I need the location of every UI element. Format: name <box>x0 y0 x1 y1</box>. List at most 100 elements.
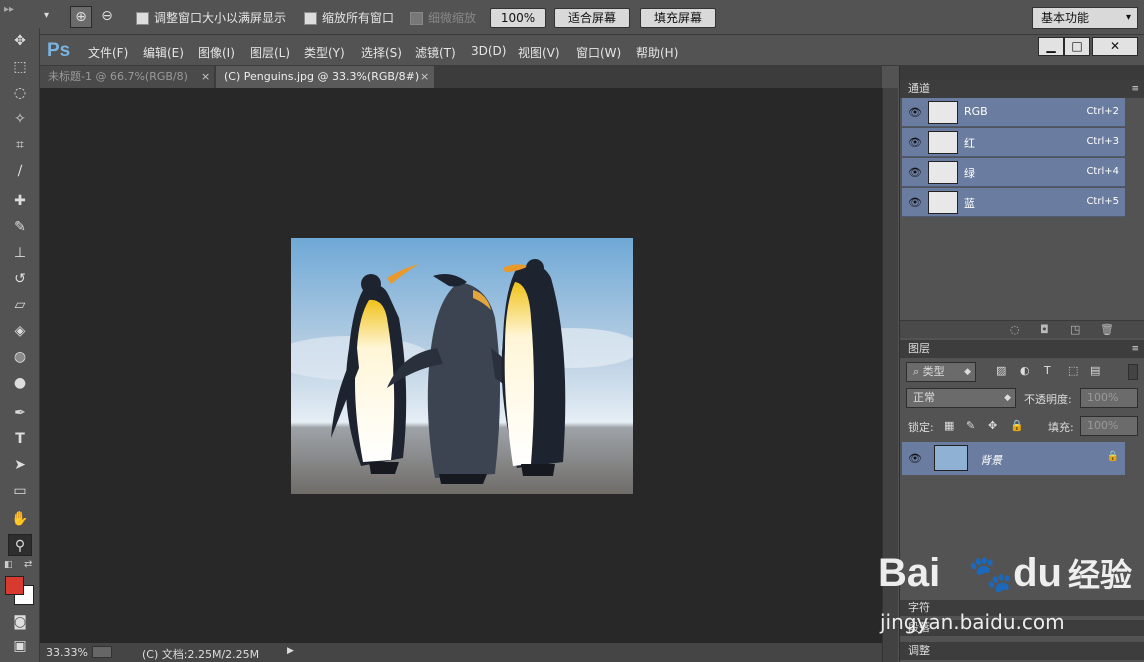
panel-dock-top <box>900 66 1144 80</box>
menu-layer[interactable]: 图层(L) <box>250 44 290 61</box>
menu-image[interactable]: 图像(I) <box>198 44 235 61</box>
menu-window[interactable]: 窗口(W) <box>576 44 621 61</box>
channel-row-rgb[interactable]: 👁 RGB Ctrl+2 <box>902 98 1125 127</box>
workspace-select[interactable]: 基本功能 ▾ <box>1032 7 1138 29</box>
zoom-all-option[interactable]: 缩放所有窗口 <box>304 9 394 26</box>
opacity-field[interactable]: 100% <box>1080 388 1138 408</box>
lock-label: 锁定: <box>908 421 934 434</box>
type-tool-icon[interactable]: T <box>8 428 32 450</box>
menu-help[interactable]: 帮助(H) <box>636 44 678 61</box>
zoom-out-icon[interactable]: ⊖ <box>96 6 118 28</box>
channel-thumbnail <box>928 191 958 214</box>
menu-3d[interactable]: 3D(D) <box>471 44 506 58</box>
tab-penguins[interactable]: (C) Penguins.jpg @ 33.3%(RGB/8#) × <box>216 66 434 88</box>
menu-select[interactable]: 选择(S) <box>361 44 402 61</box>
layers-panel-header: 图层 ≡ <box>900 340 1144 358</box>
eyedropper-icon[interactable]: ∕ <box>8 160 32 182</box>
hand-tool-icon[interactable]: ✋ <box>8 508 32 530</box>
brush-tool-icon[interactable]: ✎ <box>8 216 32 238</box>
fill-screen-button[interactable]: 填充屏幕 <box>640 8 716 28</box>
dodge-tool-icon[interactable]: ● <box>8 372 32 394</box>
fit-screen-button[interactable]: 适合屏幕 <box>554 8 630 28</box>
panel-menu-icon[interactable]: ≡ <box>1131 340 1139 358</box>
paint-bucket-icon[interactable]: ◈ <box>8 320 32 342</box>
path-selection-icon[interactable]: ➤ <box>8 454 32 476</box>
tab-close-icon[interactable]: × <box>201 66 210 88</box>
menu-edit[interactable]: 编辑(E) <box>143 44 184 61</box>
lasso-tool-icon[interactable]: ◌ <box>8 82 32 104</box>
tool-preset-chevron-icon[interactable]: ▾ <box>44 10 49 21</box>
magic-wand-icon[interactable]: ✧ <box>8 108 32 130</box>
eye-icon[interactable]: 👁 <box>908 106 922 119</box>
channel-row-green[interactable]: 👁 绿 Ctrl+4 <box>902 158 1125 187</box>
screen-mode-icon[interactable]: ▣ <box>8 635 32 657</box>
watermark-url: jingyan.baidu.com <box>880 610 1065 634</box>
filter-adjust-icon[interactable]: ◐ <box>1020 364 1030 377</box>
minimize-button[interactable]: ▁ <box>1038 37 1064 56</box>
blend-mode-select[interactable]: 正常 ◆ <box>906 388 1016 408</box>
actual-pixels-button[interactable]: 100% <box>490 8 546 28</box>
load-selection-icon[interactable]: ◌ <box>1010 323 1020 336</box>
channel-row-red[interactable]: 👁 红 Ctrl+3 <box>902 128 1125 157</box>
filter-pixel-icon[interactable]: ▨ <box>996 364 1006 377</box>
status-bar: 33.33% (C) 文档:2.25M/2.25M ▶ <box>40 643 882 662</box>
chevron-down-icon: ▾ <box>1125 12 1131 23</box>
menu-file[interactable]: 文件(F) <box>88 44 128 61</box>
swap-colors-icon[interactable]: ⇄ <box>24 559 32 570</box>
layer-row-background[interactable]: 👁 背景 🔒 <box>902 442 1125 475</box>
layer-filter-select[interactable]: ⌕ 类型 ◆ <box>906 362 976 382</box>
tab-close-icon[interactable]: × <box>420 66 429 88</box>
eye-icon[interactable]: 👁 <box>908 136 922 149</box>
lock-paint-icon[interactable]: ✎ <box>966 419 975 432</box>
crop-tool-icon[interactable]: ⌗ <box>8 134 32 156</box>
status-preview-icon[interactable] <box>92 646 112 658</box>
filter-smart-icon[interactable]: ▤ <box>1090 364 1100 377</box>
close-window-button[interactable]: ✕ <box>1092 37 1138 56</box>
panel-menu-icon[interactable]: ≡ <box>1131 80 1139 98</box>
document-canvas[interactable] <box>40 88 882 643</box>
zoom-level[interactable]: 33.33% <box>46 646 88 659</box>
blur-tool-icon[interactable]: ◍ <box>8 346 32 368</box>
menu-type[interactable]: 类型(Y) <box>304 44 345 61</box>
paw-icon: 🐾 <box>968 553 1014 594</box>
lock-position-icon[interactable]: ✥ <box>988 419 997 432</box>
clone-stamp-icon[interactable]: ⊥ <box>8 242 32 264</box>
default-colors-icon[interactable]: ◧ <box>4 560 13 570</box>
zoom-tool-icon[interactable]: ⚲ <box>8 534 32 556</box>
fill-field[interactable]: 100% <box>1080 416 1138 436</box>
eraser-icon[interactable]: ▱ <box>8 294 32 316</box>
rectangle-tool-icon[interactable]: ▭ <box>8 480 32 502</box>
history-brush-icon[interactable]: ↺ <box>8 268 32 290</box>
zoom-all-checkbox[interactable] <box>304 12 317 25</box>
trash-icon[interactable]: 🗑 <box>1100 323 1114 336</box>
pen-tool-icon[interactable]: ✒ <box>8 402 32 424</box>
filter-toggle[interactable] <box>1128 364 1138 380</box>
adjustments-panel-tab[interactable]: 调整 <box>900 642 1144 660</box>
new-channel-icon[interactable]: ◳ <box>1070 323 1080 336</box>
chevron-down-icon: ◆ <box>1004 393 1011 403</box>
lock-pixels-icon[interactable]: ▦ <box>944 419 954 432</box>
resize-windows-option[interactable]: 调整窗口大小以满屏显示 <box>136 9 286 26</box>
maximize-button[interactable]: □ <box>1064 37 1090 56</box>
menu-filter[interactable]: 滤镜(T) <box>415 44 456 61</box>
marquee-tool-icon[interactable]: ⬚ <box>8 56 32 78</box>
eye-icon[interactable]: 👁 <box>908 166 922 179</box>
scrubby-zoom-option[interactable]: 细微缩放 <box>410 9 476 26</box>
eye-icon[interactable]: 👁 <box>908 196 922 209</box>
tab-untitled[interactable]: 未标题-1 @ 66.7%(RGB/8) × <box>40 66 214 88</box>
resize-windows-checkbox[interactable] <box>136 12 149 25</box>
filter-type-icon[interactable]: T <box>1044 364 1051 377</box>
filter-shape-icon[interactable]: ⬚ <box>1068 364 1078 377</box>
move-tool-icon[interactable]: ✥ <box>8 30 32 52</box>
menu-view[interactable]: 视图(V) <box>518 44 560 61</box>
lock-all-icon[interactable]: 🔒 <box>1010 419 1024 432</box>
foreground-color-swatch[interactable] <box>5 576 24 595</box>
status-menu-arrow-icon[interactable]: ▶ <box>287 646 294 656</box>
channel-row-blue[interactable]: 👁 蓝 Ctrl+5 <box>902 188 1125 217</box>
quick-mask-icon[interactable]: ◙ <box>8 611 32 633</box>
zoom-in-icon[interactable]: ⊕ <box>70 6 92 28</box>
healing-brush-icon[interactable]: ✚ <box>8 190 32 212</box>
scrubby-zoom-checkbox[interactable] <box>410 12 423 25</box>
save-selection-icon[interactable]: ◘ <box>1040 323 1049 336</box>
eye-icon[interactable]: 👁 <box>908 452 922 465</box>
